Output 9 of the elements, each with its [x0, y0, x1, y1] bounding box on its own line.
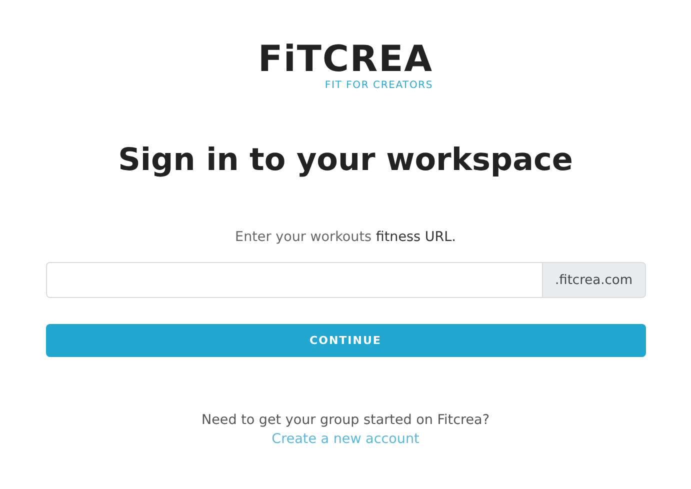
continue-button[interactable]: CONTINUE: [46, 324, 646, 357]
domain-suffix: .fitcrea.com: [542, 262, 646, 298]
url-prompt: Enter your workouts fitness URL.: [235, 228, 456, 246]
logo-tagline: FIT FOR CREATORS: [324, 80, 434, 92]
signup-question: Need to get your group started on Fitcrea?: [202, 411, 490, 430]
create-account-link[interactable]: Create a new account: [272, 430, 420, 449]
workspace-url-field[interactable]: [46, 262, 542, 298]
page-heading: Sign in to your workspace: [118, 141, 573, 180]
logo-wordmark: FiTCREA: [258, 40, 434, 80]
